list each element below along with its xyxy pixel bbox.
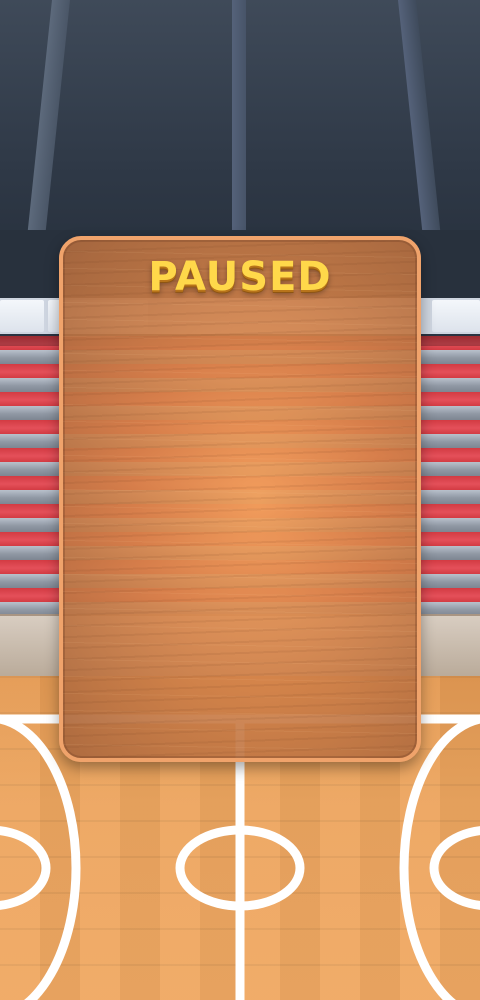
right-three-point-arc — [399, 714, 480, 1000]
paused-title: PAUSED — [148, 254, 332, 300]
wood-grain-texture — [63, 240, 417, 758]
right-key-circle — [429, 826, 480, 910]
light-panel — [432, 300, 480, 332]
pause-panel: PAUSED — [59, 236, 421, 762]
left-three-point-arc — [0, 714, 81, 1000]
left-key-circle — [0, 826, 51, 910]
light-panel — [0, 300, 44, 332]
